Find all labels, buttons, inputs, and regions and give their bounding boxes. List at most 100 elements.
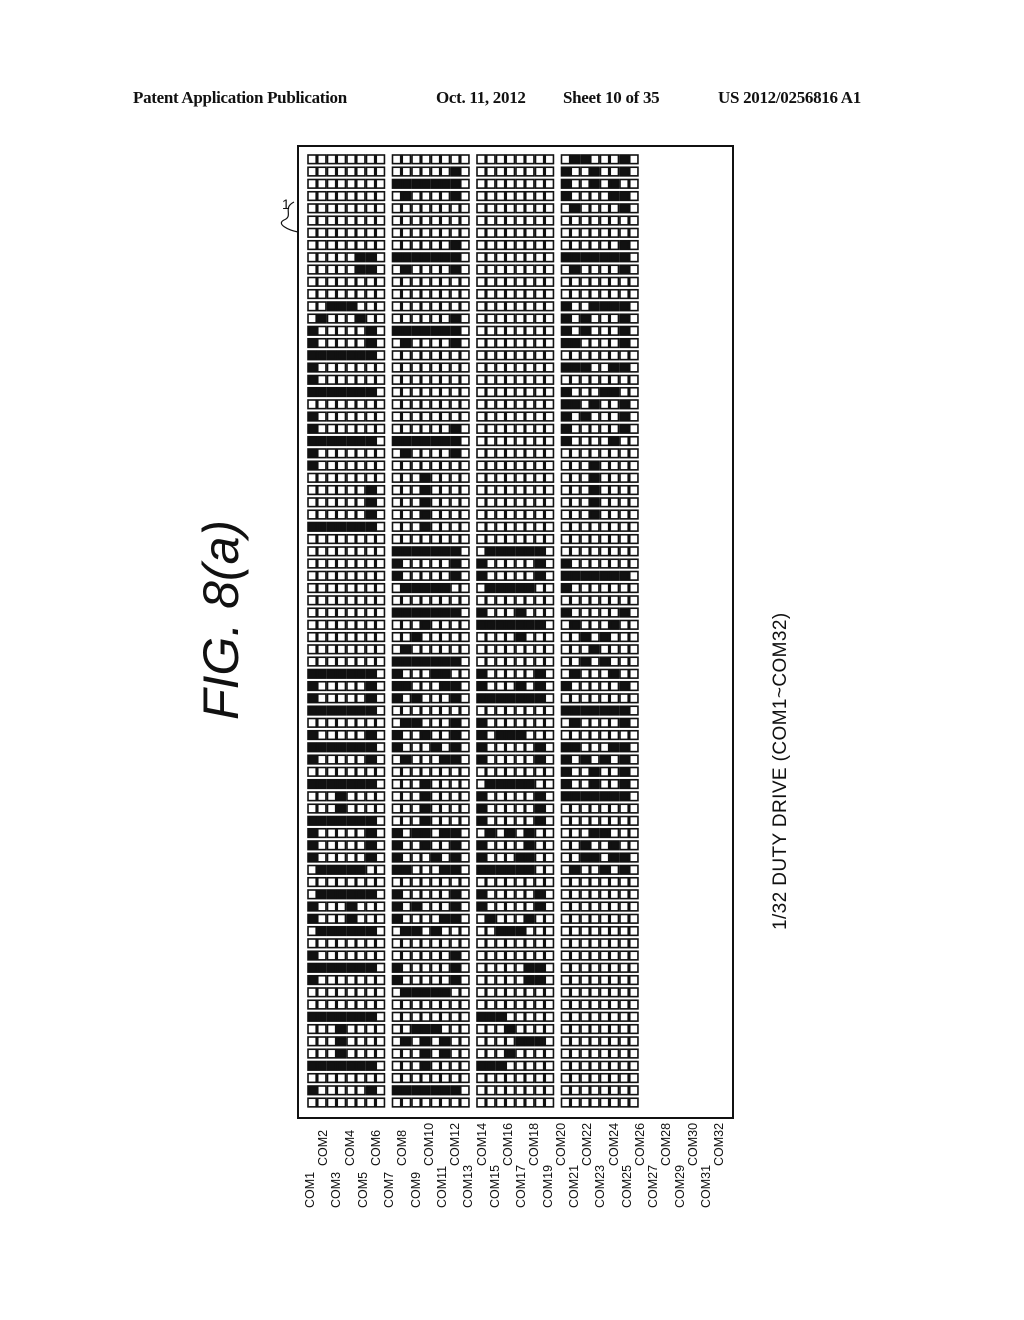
pixel-off xyxy=(524,423,535,434)
pixel-off xyxy=(336,190,347,202)
pixel-on xyxy=(411,827,421,839)
pixel-off xyxy=(391,791,402,802)
pixel-off xyxy=(599,889,610,900)
pixel-off xyxy=(375,607,386,618)
pixel-off xyxy=(336,448,347,459)
pixel-off xyxy=(307,938,317,949)
pixel-off xyxy=(346,264,356,275)
pixel-off xyxy=(495,938,506,949)
pixel-off xyxy=(336,693,347,704)
pixel-off xyxy=(365,974,376,986)
pixel-off xyxy=(534,607,545,618)
pixel-off xyxy=(628,668,639,679)
pixel-off xyxy=(505,1060,516,1071)
pixel-off xyxy=(505,448,516,459)
pixel-off xyxy=(326,913,337,924)
pixel-off xyxy=(485,1097,496,1108)
pixel-off xyxy=(430,558,441,569)
pixel-off xyxy=(307,166,317,177)
pixel-on xyxy=(346,668,356,679)
pixel-on xyxy=(560,178,571,189)
pixel-off xyxy=(307,1072,317,1084)
pixel-off xyxy=(544,644,555,655)
pixel-off xyxy=(420,411,431,422)
pixel-on xyxy=(599,252,610,263)
pixel-off xyxy=(316,411,327,422)
pixel-off xyxy=(524,1048,535,1059)
pixel-off xyxy=(544,239,555,251)
pixel-off xyxy=(534,778,545,790)
pixel-off xyxy=(570,276,581,287)
pixel-off xyxy=(544,999,555,1010)
pixel-on xyxy=(355,889,366,900)
pixel-off xyxy=(430,239,441,251)
pixel-on xyxy=(355,1011,366,1022)
pixel-off xyxy=(599,239,610,251)
pixel-off xyxy=(391,533,402,545)
pixel-on xyxy=(316,435,327,447)
pixel-on xyxy=(524,582,535,594)
pixel-off xyxy=(375,754,386,765)
pixel-off xyxy=(599,1036,610,1047)
pixel-off xyxy=(495,362,506,373)
pixel-off xyxy=(450,1048,460,1059)
pixel-off xyxy=(485,656,496,667)
pixel-on xyxy=(599,656,610,667)
pixel-off xyxy=(619,374,629,385)
pixel-off xyxy=(619,913,629,924)
pixel-off xyxy=(609,264,620,275)
pixel-off xyxy=(619,435,629,447)
pixel-off xyxy=(495,533,506,545)
pixel-off xyxy=(599,203,610,214)
pixel-on xyxy=(570,791,581,802)
pixel-on xyxy=(365,1060,376,1071)
pixel-off xyxy=(391,521,402,532)
pixel-off xyxy=(628,987,639,998)
pixel-off xyxy=(515,938,525,949)
pixel-off xyxy=(459,582,470,594)
pixel-off xyxy=(485,987,496,998)
pixel-off xyxy=(534,386,545,398)
pixel-on xyxy=(346,742,356,753)
pixel-off xyxy=(619,901,629,912)
pixel-off xyxy=(505,999,516,1010)
pixel-off xyxy=(599,497,610,508)
pixel-off xyxy=(459,754,470,765)
pixel-off xyxy=(515,950,525,961)
pixel-off xyxy=(609,607,620,618)
pixel-off xyxy=(326,227,337,238)
pixel-off xyxy=(411,803,421,814)
pixel-off xyxy=(524,178,535,189)
pixel-on xyxy=(609,619,620,630)
pixel-on xyxy=(580,656,590,667)
figure-title: FIG. 8(a) xyxy=(193,519,249,720)
pixel-off xyxy=(401,852,412,863)
pixel-off xyxy=(365,203,376,214)
pixel-off xyxy=(515,1048,525,1059)
pixel-off xyxy=(544,203,555,214)
pixel-off xyxy=(524,815,535,826)
pixel-off xyxy=(619,631,629,643)
pixel-on xyxy=(391,668,402,679)
pixel-off xyxy=(307,533,317,545)
pixel-off xyxy=(628,325,639,336)
pixel-off xyxy=(476,546,486,557)
pixel-off xyxy=(375,533,386,545)
pixel-off xyxy=(534,913,545,924)
pixel-on xyxy=(365,962,376,973)
pixel-off xyxy=(420,999,431,1010)
pixel-off xyxy=(544,337,555,349)
pixel-off xyxy=(365,362,376,373)
pixel-off xyxy=(307,1036,317,1047)
pixel-off xyxy=(459,901,470,912)
pixel-off xyxy=(485,558,496,569)
pixel-off xyxy=(505,337,516,349)
pixel-on xyxy=(619,239,629,251)
pixel-off xyxy=(355,472,366,483)
pixel-off xyxy=(570,582,581,594)
pixel-off xyxy=(560,938,571,949)
pixel-off xyxy=(609,313,620,324)
pixel-off xyxy=(450,460,460,471)
pixel-off xyxy=(495,1072,506,1084)
pixel-off xyxy=(544,656,555,667)
